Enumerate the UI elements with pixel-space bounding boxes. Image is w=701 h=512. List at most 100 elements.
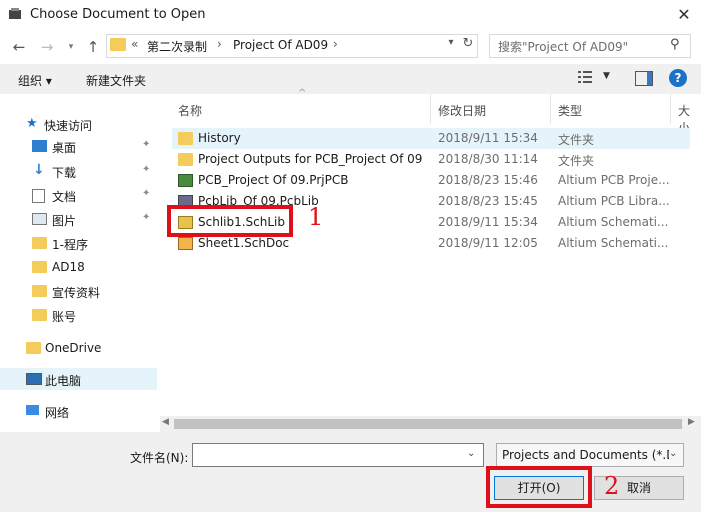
nav-item-folder[interactable]: 账号 — [0, 304, 157, 326]
view-options-icon[interactable] — [578, 71, 592, 83]
chevron-down-icon[interactable]: ⌄ — [467, 448, 475, 459]
file-row[interactable]: Project Outputs for PCB_Project Of 09 20… — [172, 149, 701, 170]
nav-label: OneDrive — [45, 341, 102, 355]
file-name: PCB_Project Of 09.PrjPCB — [198, 173, 349, 187]
nav-item-onedrive[interactable]: OneDrive — [0, 337, 157, 359]
back-button[interactable]: ← — [10, 38, 28, 56]
annotation-marker: 1 — [308, 203, 324, 231]
search-placeholder: 搜索"Project Of AD09" — [498, 40, 629, 54]
nav-item-folder[interactable]: 1-程序 — [0, 232, 157, 254]
nav-item-folder[interactable]: 宣传资料 — [0, 280, 157, 302]
folder-icon — [32, 261, 47, 273]
nav-item-pictures[interactable]: 图片 ✦ — [0, 208, 157, 230]
breadcrumb-segment[interactable]: 第二次录制 — [147, 38, 207, 55]
folder-icon — [178, 132, 193, 145]
column-name[interactable]: 名称 — [178, 102, 202, 119]
nav-label: 账号 — [52, 310, 77, 324]
chevron-right-icon[interactable]: › — [333, 37, 338, 51]
nav-label: 此电脑 — [45, 374, 82, 388]
nav-item-network[interactable]: 网络 — [0, 400, 157, 422]
address-overflow[interactable]: « — [131, 37, 138, 51]
horizontal-scrollbar[interactable]: ◀ ▶ — [160, 416, 701, 432]
close-button[interactable]: ✕ — [671, 3, 697, 27]
recent-locations-button[interactable]: ▾ — [62, 38, 80, 56]
scrollbar-thumb[interactable] — [174, 419, 682, 429]
pin-icon[interactable]: ✦ — [142, 212, 150, 223]
chevron-right-icon[interactable]: › — [217, 37, 222, 51]
scroll-right-icon[interactable]: ▶ — [688, 417, 695, 427]
address-bar[interactable]: « 第二次录制 › Project Of AD09 › ▾ ↻ — [106, 34, 478, 58]
pin-icon[interactable]: ✦ — [142, 164, 150, 175]
nav-item-downloads[interactable]: ↓ 下载 ✦ — [0, 160, 157, 182]
chevron-down-icon[interactable]: ▼ — [603, 71, 610, 81]
file-type: Altium Schemati... — [558, 236, 669, 250]
nav-label: 1-程序 — [52, 238, 88, 252]
nav-label: 快速访问 — [44, 119, 93, 133]
file-name: History — [198, 131, 241, 145]
search-input[interactable]: 搜索"Project Of AD09" ⚲ — [489, 34, 691, 58]
folder-icon — [32, 237, 47, 249]
column-header: ^ 名称 修改日期 类型 大小 — [160, 88, 701, 135]
column-divider[interactable] — [670, 94, 671, 124]
filename-input[interactable]: ⌄ — [192, 443, 484, 467]
column-date[interactable]: 修改日期 — [438, 102, 486, 119]
nav-item-desktop[interactable]: 桌面 ✦ — [0, 135, 157, 157]
file-date: 2018/8/23 15:45 — [438, 194, 538, 208]
nav-label: 网络 — [45, 406, 70, 420]
file-row[interactable]: PCB_Project Of 09.PrjPCB 2018/8/23 15:46… — [172, 170, 701, 191]
nav-item-quick-access[interactable]: ★ 快速访问 — [0, 113, 157, 135]
schdoc-icon — [178, 237, 193, 250]
chevron-down-icon: ▾ — [448, 37, 454, 48]
file-type: 文件夹 — [558, 154, 595, 168]
folder-icon — [32, 285, 47, 297]
file-date: 2018/8/30 11:14 — [438, 152, 538, 166]
window-title: Choose Document to Open — [30, 7, 206, 22]
refresh-button[interactable]: ↻ — [460, 36, 476, 51]
app-icon — [9, 8, 21, 19]
network-icon — [26, 405, 39, 415]
refresh-icon: ↻ — [462, 36, 474, 51]
help-icon[interactable]: ? — [669, 69, 687, 87]
file-type: Altium PCB Proje... — [558, 173, 670, 187]
nav-label: AD18 — [52, 260, 85, 274]
pcb-project-icon — [178, 174, 193, 187]
file-type: Altium Schemati... — [558, 215, 669, 229]
file-date: 2018/9/11 15:34 — [438, 215, 538, 229]
folder-icon — [110, 38, 126, 51]
file-date: 2018/9/11 12:05 — [438, 236, 538, 250]
nav-label: 下载 — [52, 166, 77, 180]
sort-ascending-icon: ^ — [298, 88, 307, 99]
breadcrumb-segment[interactable]: Project Of AD09 — [233, 38, 328, 52]
file-row[interactable]: History 2018/9/11 15:34 文件夹 — [172, 128, 690, 149]
up-button[interactable]: ↑ — [84, 38, 102, 56]
nav-label: 宣传资料 — [52, 286, 101, 300]
chevron-down-icon: ▾ — [68, 42, 74, 52]
column-divider[interactable] — [430, 94, 431, 124]
folder-icon — [26, 342, 41, 354]
star-icon: ★ — [26, 116, 38, 131]
organize-menu[interactable]: 组织 ▾ — [18, 72, 52, 89]
file-name: Sheet1.SchDoc — [198, 236, 290, 250]
pin-icon[interactable]: ✦ — [142, 139, 150, 150]
nav-label: 图片 — [52, 214, 77, 228]
file-date: 2018/9/11 15:34 — [438, 131, 538, 145]
close-icon: ✕ — [677, 5, 691, 24]
address-dropdown[interactable]: ▾ — [444, 37, 458, 48]
chevron-down-icon[interactable]: ⌄ — [669, 448, 678, 459]
nav-item-this-pc[interactable]: 此电脑 — [0, 368, 157, 390]
pin-icon[interactable]: ✦ — [142, 188, 150, 199]
file-type-filter[interactable]: Projects and Documents (*.D ⌄ — [496, 443, 684, 467]
nav-item-folder[interactable]: AD18 — [0, 256, 157, 278]
nav-item-documents[interactable]: 文档 ✦ — [0, 184, 157, 206]
forward-button[interactable]: → — [38, 38, 56, 56]
column-type[interactable]: 类型 — [558, 102, 582, 119]
scroll-left-icon[interactable]: ◀ — [162, 417, 169, 427]
annotation-marker: 2 — [604, 472, 620, 500]
nav-label: 文档 — [52, 190, 77, 204]
command-bar: 组织 ▾ 新建文件夹 ▼ ? — [0, 64, 701, 94]
new-folder-button[interactable]: 新建文件夹 — [86, 72, 146, 89]
arrow-left-icon: ← — [12, 38, 26, 56]
download-icon: ↓ — [33, 162, 45, 178]
column-divider[interactable] — [550, 94, 551, 124]
preview-pane-icon[interactable] — [635, 71, 653, 86]
